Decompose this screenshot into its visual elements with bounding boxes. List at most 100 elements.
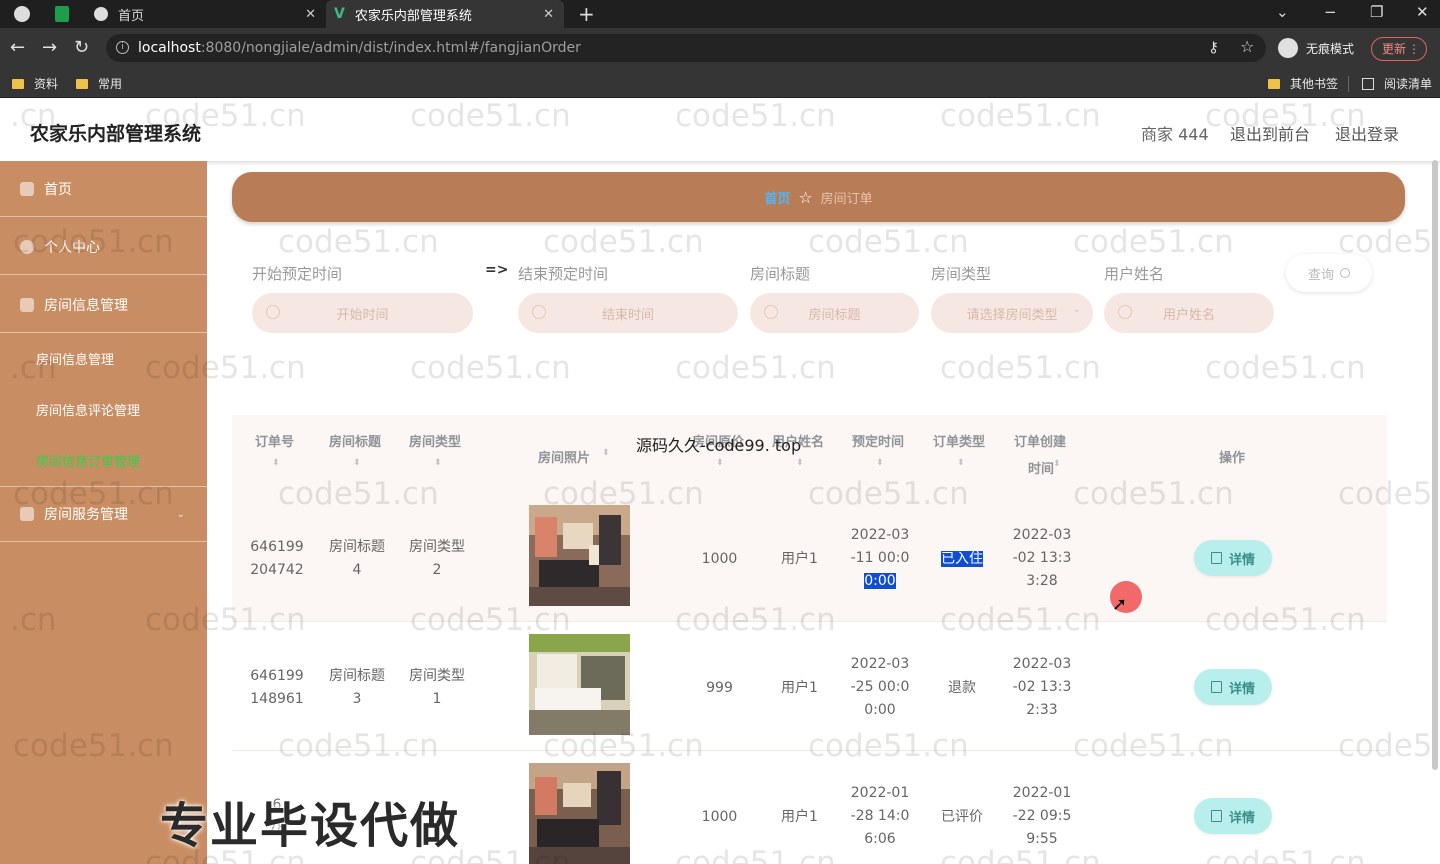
incognito-icon (1278, 38, 1298, 58)
room-type-select[interactable]: 请选择房间类型 ⌄ (931, 293, 1093, 333)
sidebar-item-label: 首页 (44, 181, 72, 198)
forward-icon[interactable]: → (42, 37, 57, 58)
site-info-icon[interactable]: i (116, 41, 129, 54)
detail-button[interactable]: 详情 (1194, 669, 1272, 705)
submenu-room-orders[interactable]: 房间信息订单管理 (36, 451, 140, 470)
search-icon (1118, 305, 1132, 319)
sidebar-item-room-info[interactable]: 房间信息管理 (0, 277, 207, 333)
user-cell: 用户1 (781, 551, 818, 567)
exit-to-front-link[interactable]: 退出到前台 (1230, 121, 1310, 145)
menu-icon (20, 507, 34, 521)
submenu-room-info[interactable]: 房间信息管理 (36, 349, 114, 368)
sort-icon[interactable]: ⬍ (602, 448, 610, 458)
url-input[interactable]: localhost:8080/nongjiale/admin/dist/inde… (106, 34, 1266, 62)
bookmark-folder[interactable]: 常用 (76, 75, 122, 92)
close-icon[interactable]: ✕ (305, 7, 316, 22)
sort-icon[interactable]: ⬍ (1053, 459, 1061, 469)
update-button[interactable]: 更新 ⋮ (1371, 37, 1428, 61)
source-watermark-text: 源码久久-code99. top (636, 436, 802, 455)
sidebar-item-label: 房间服务管理 (44, 507, 128, 523)
incognito-indicator[interactable]: 无痕模式 (1278, 38, 1354, 58)
app-title: 农家乐内部管理系统 (30, 123, 202, 145)
folder-icon (76, 78, 88, 89)
range-arrow-icon: => (485, 262, 509, 278)
end-time-input[interactable]: 结束时间 (518, 293, 738, 333)
book-time-cell: 2022-03 -11 00:0 0:00 (850, 527, 910, 589)
col-order-no[interactable]: 订单号 (255, 431, 294, 450)
sidebar-item-label: 个人中心 (44, 239, 100, 256)
current-user: 商家 444 (1141, 125, 1209, 144)
sidebar-item-room-service[interactable]: 房间服务管理 ⌄ (0, 486, 207, 542)
browser-tab-admin[interactable]: V 农家乐内部管理系统 ✕ (326, 0, 564, 28)
sort-icon[interactable]: ⬍ (957, 458, 965, 468)
reload-icon[interactable]: ↻ (74, 37, 89, 58)
browser-profile-icon[interactable] (14, 6, 30, 22)
tab-search-icon[interactable]: ⌄ (1276, 3, 1289, 21)
order-type-cell: 已评价 (941, 809, 983, 825)
folder-icon (1268, 78, 1280, 89)
browser-tab-home[interactable]: 首页 ✕ (86, 0, 326, 28)
sidebar-item-label: 房间信息管理 (44, 297, 128, 314)
col-order-type[interactable]: 订单类型 (933, 431, 985, 450)
sheets-app-icon[interactable] (55, 6, 69, 22)
room-photo (529, 634, 630, 735)
bookmark-star-icon[interactable]: ☆ (1240, 37, 1254, 56)
minimize-icon[interactable]: − (1324, 3, 1337, 21)
col-action: 操作 (1219, 451, 1246, 466)
breadcrumb-current: 房间订单 (820, 191, 873, 207)
order-no-cell: 646199 204742 (250, 539, 304, 578)
reading-list[interactable]: 阅读清单 (1362, 75, 1432, 92)
start-time-input[interactable]: 开始时间 (252, 293, 473, 333)
breadcrumb-home[interactable]: 首页 (764, 188, 790, 207)
sidebar-item-profile[interactable]: 个人中心 (0, 219, 207, 275)
sidebar: 首页 个人中心 房间信息管理 房间信息管理 房间信息评论管理 房间信息订单管理 … (0, 161, 207, 864)
detail-button[interactable]: 详情 (1194, 798, 1272, 834)
window-close-icon[interactable]: ✕ (1416, 3, 1429, 21)
update-label: 更新 (1382, 42, 1407, 56)
order-type-cell: 已入住 (941, 551, 983, 567)
chevron-down-icon: ⌄ (176, 508, 185, 520)
new-tab-icon[interactable]: + (578, 2, 595, 26)
col-room-title[interactable]: 房间标题 (329, 431, 381, 450)
close-icon[interactable]: ✕ (543, 7, 554, 22)
created-cell: 2022-01 -22 09:5 9:55 (1012, 785, 1072, 847)
logout-link[interactable]: 退出登录 (1335, 121, 1399, 145)
sort-icon[interactable]: ⬍ (272, 458, 280, 468)
col-created-2[interactable]: 时间 (1028, 458, 1054, 477)
query-button[interactable]: 查询 (1286, 254, 1372, 292)
home-icon (20, 181, 34, 196)
col-book-time[interactable]: 预定时间 (852, 431, 904, 450)
sort-icon[interactable]: ⬍ (716, 458, 724, 468)
key-icon[interactable]: ⚷ (1208, 38, 1219, 56)
sort-icon[interactable]: ⬍ (353, 458, 361, 468)
incognito-label: 无痕模式 (1306, 41, 1355, 56)
room-title-input[interactable]: 房间标题 (750, 293, 919, 333)
star-icon: ☆ (798, 187, 813, 207)
placeholder: 请选择房间类型 (966, 307, 1058, 323)
col-room-type[interactable]: 房间类型 (409, 431, 461, 450)
end-time-label: 结束预定时间 (518, 265, 609, 283)
other-bookmarks[interactable]: 其他书签 (1268, 75, 1338, 92)
sort-icon[interactable]: ⬍ (876, 458, 884, 468)
sort-icon[interactable]: ⬍ (434, 458, 442, 468)
menu-dots-icon: ⋮ (1408, 42, 1421, 56)
col-created[interactable]: 订单创建 (1014, 431, 1066, 450)
submenu-room-comments[interactable]: 房间信息评论管理 (36, 400, 140, 419)
sidebar-item-home[interactable]: 首页 (0, 161, 207, 217)
room-photo (529, 505, 630, 606)
back-icon[interactable]: ← (10, 37, 25, 58)
col-room-photo[interactable]: 房间照片 (538, 447, 590, 466)
price-cell: 1000 (701, 551, 738, 567)
room-title-label: 房间标题 (750, 265, 811, 283)
restore-icon[interactable]: ❐ (1370, 3, 1383, 21)
book-time-cell: 2022-01 -28 14:0 6:06 (850, 785, 910, 847)
order-type-cell: 退款 (948, 680, 976, 696)
user-name-input[interactable]: 用户姓名 (1104, 293, 1274, 333)
detail-button[interactable]: 详情 (1194, 540, 1272, 576)
bookmark-label: 资料 (34, 77, 59, 91)
bookmark-folder[interactable]: 资料 (12, 75, 58, 92)
page-scrollbar[interactable] (1432, 160, 1438, 770)
sort-icon[interactable]: ⬍ (796, 458, 804, 468)
mouse-cursor-icon: ➚ (1112, 594, 1128, 615)
clock-icon (532, 305, 546, 319)
